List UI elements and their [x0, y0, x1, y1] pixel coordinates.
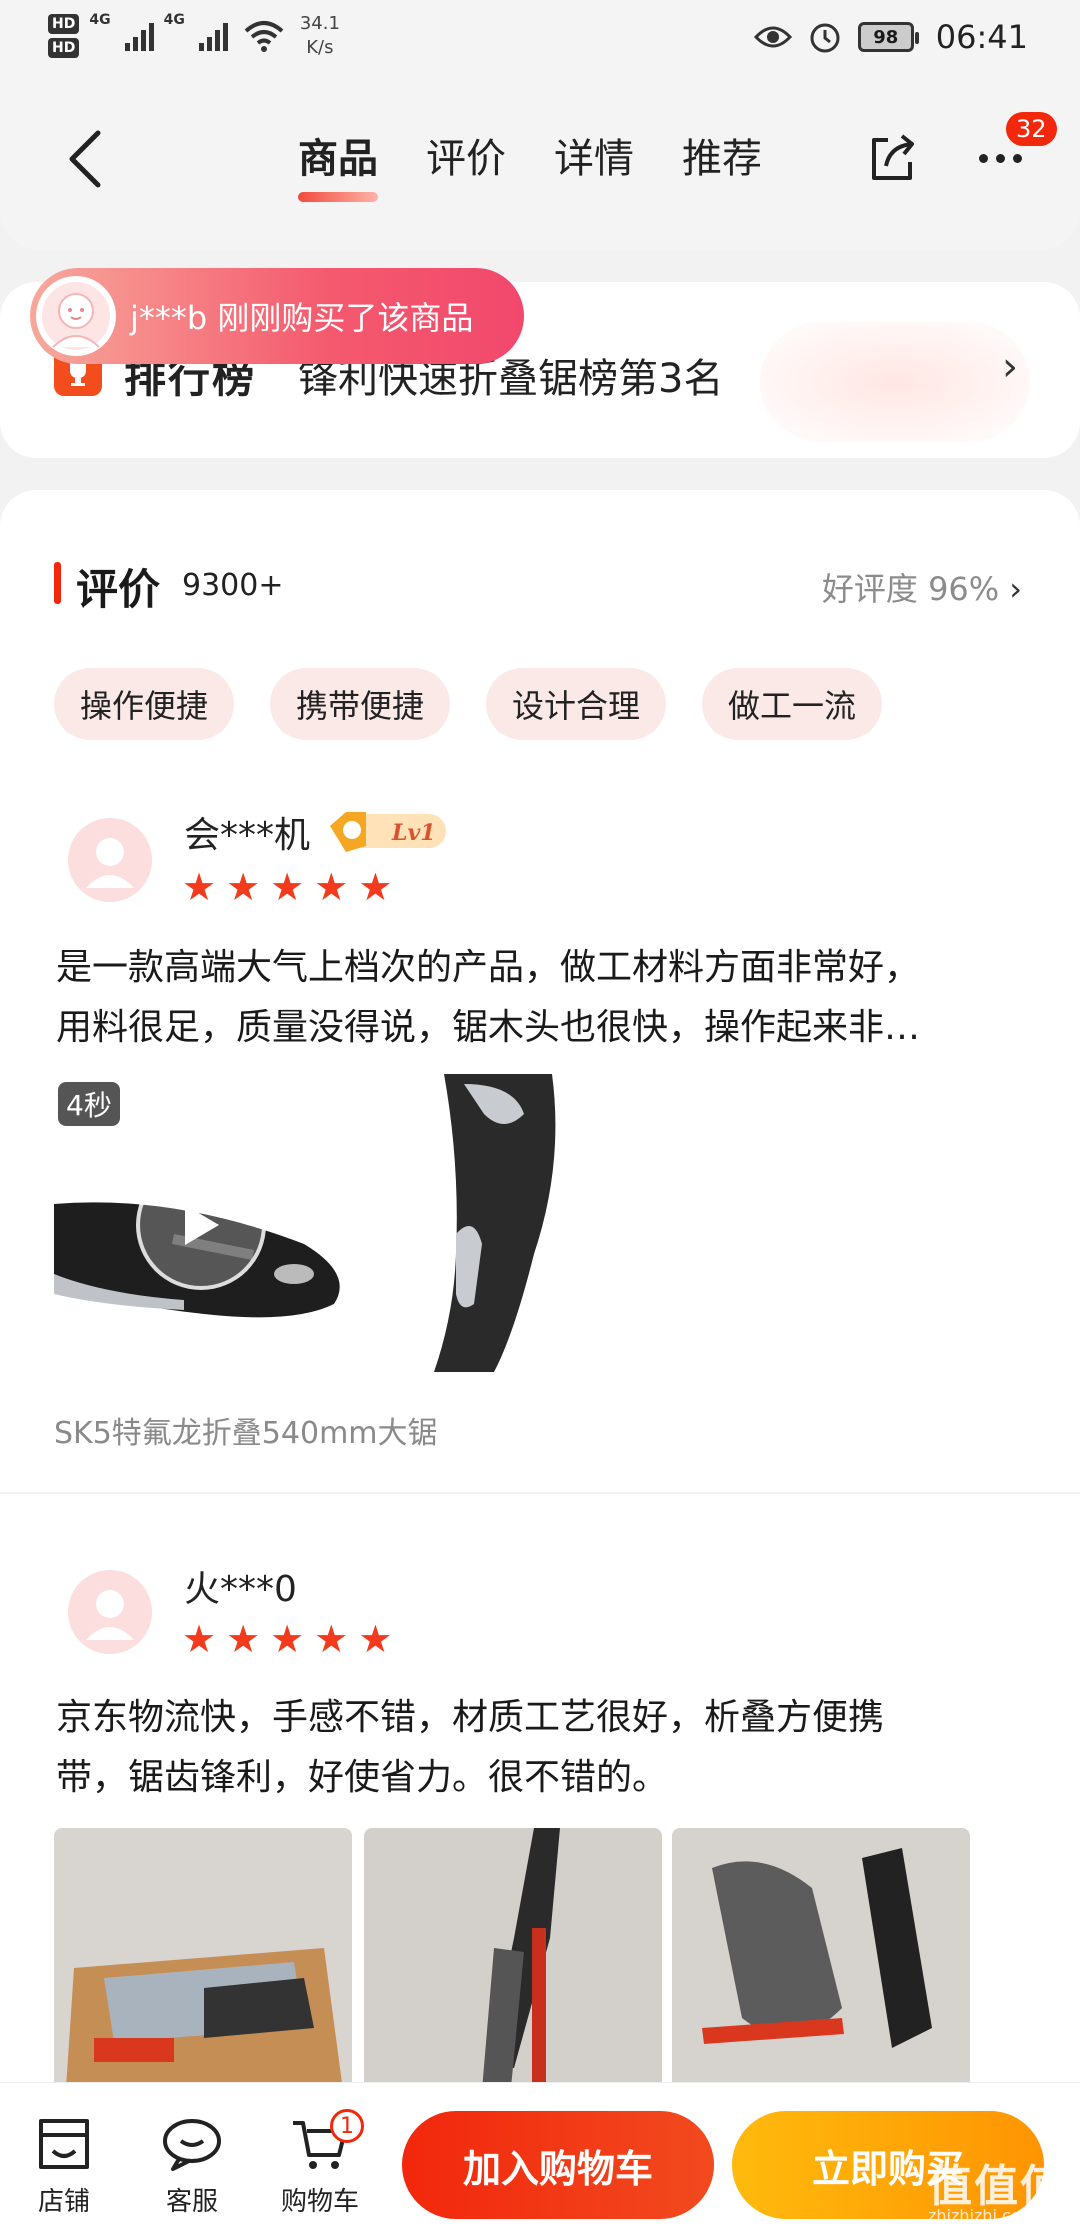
hd-indicator: HD HD: [48, 14, 80, 58]
review-text: 是一款高端大气上档次的产品，做工材料方面非常好， 用料很足，质量没得说，锯木头也…: [56, 938, 1026, 1058]
network-speed-value: 34.1: [299, 13, 340, 34]
star-icon: ★: [358, 1617, 393, 1661]
video-duration-badge: 4秒: [58, 1082, 120, 1126]
review-text: 京东物流快，手感不错，材质工艺很好，析叠方便携 带，锯齿锋利，好使省力。很不错的…: [56, 1688, 1026, 1808]
share-icon: [872, 134, 914, 180]
cart-count-badge: 1: [330, 2109, 364, 2143]
toast-avatar: [36, 276, 116, 356]
toast-text: j***b 刚刚购买了该商品: [130, 299, 474, 337]
top-nav: 商品 评价 详情 推荐: [0, 80, 1080, 250]
chevron-right-icon: ›: [1002, 344, 1018, 390]
user-silhouette-icon: [68, 818, 152, 902]
star-rating: ★ ★ ★ ★ ★: [182, 1620, 392, 1658]
star-rating: ★ ★ ★ ★ ★: [182, 868, 392, 906]
tab-recommend[interactable]: 推荐: [682, 126, 762, 204]
network-speed: 34.1 K/s: [300, 12, 340, 60]
signal-label-1: 4G: [89, 12, 111, 28]
reviews-count: 9300+: [182, 568, 284, 603]
tab-bar: 商品 评价 详情 推荐: [298, 126, 762, 204]
network-speed-unit: K/s: [306, 37, 334, 58]
watermark: 值值值: [928, 2161, 1066, 2212]
review-photo[interactable]: [364, 1074, 660, 1372]
divider: [0, 1492, 1080, 1494]
avatar: [68, 1570, 152, 1654]
reviewer-name: 火***0: [184, 1569, 297, 1610]
review-text-line: 带，锯齿锋利，好使省力。很不错的。: [56, 1757, 669, 1798]
review-tags: 操作便捷 携带便捷 设计合理 做工一流: [54, 668, 882, 740]
star-icon: ★: [182, 865, 217, 909]
tab-reviews[interactable]: 评价: [426, 126, 506, 204]
review-text-line: 是一款高端大气上档次的产品，做工材料方面非常好，: [56, 947, 921, 988]
section-accent-bar: [54, 562, 61, 604]
play-button[interactable]: [136, 1160, 266, 1290]
add-to-cart-button[interactable]: 加入购物车: [402, 2111, 714, 2219]
review-tag[interactable]: 携带便捷: [270, 668, 450, 740]
star-icon: ★: [314, 1617, 349, 1661]
review-text-line: 京东物流快，手感不错，材质工艺很好，析叠方便携: [56, 1697, 885, 1738]
star-icon: ★: [226, 865, 261, 909]
alarm-icon: [810, 23, 840, 53]
star-icon: ★: [270, 1617, 305, 1661]
purchase-toast: j***b 刚刚购买了该商品: [30, 268, 524, 364]
hd-label-2: HD: [48, 38, 80, 58]
product-spec: SK5特氟龙折叠540mm大锯: [54, 1416, 438, 1451]
share-button[interactable]: [866, 132, 918, 184]
star-icon: ★: [358, 865, 393, 909]
reviewer-name: 会***机: [184, 815, 311, 856]
wifi-icon: [244, 21, 284, 52]
watermark-url: zhizhizhi.com: [928, 2206, 1037, 2225]
avatar: [68, 818, 152, 902]
shop-label: 店铺: [37, 2187, 90, 2217]
status-bar: HD HD 4G 4G 34.1 K/s 98 06:41: [0, 0, 1080, 80]
cart-label: 购物车: [280, 2187, 359, 2217]
review-tag[interactable]: 操作便捷: [54, 668, 234, 740]
signal-icon: [124, 21, 154, 51]
reviews-title: 评价: [76, 565, 161, 614]
tab-product[interactable]: 商品: [298, 126, 378, 204]
user-silhouette-icon: [68, 1570, 152, 1654]
back-button[interactable]: [60, 124, 110, 194]
chevron-left-icon: [69, 130, 101, 188]
battery-indicator: 98: [857, 22, 919, 52]
star-icon: ★: [182, 1617, 217, 1661]
message-count-badge: 32: [1006, 112, 1057, 146]
saw-handle-closeup-image: [364, 1074, 660, 1372]
review-text-line: 用料很足，质量没得说，锯木头也很快，操作起来非…: [56, 1007, 921, 1048]
signal-icon: [198, 21, 228, 51]
more-dots-icon: [978, 153, 988, 163]
eye-icon: [753, 26, 792, 48]
tab-details[interactable]: 详情: [554, 126, 634, 204]
customer-service-label: 客服: [165, 2187, 218, 2217]
review-tag[interactable]: 做工一流: [702, 668, 882, 740]
positive-rate-label: 好评度 96%: [821, 570, 1000, 608]
star-icon: ★: [314, 865, 349, 909]
hd-label-1: HD: [48, 14, 80, 34]
clock: 06:41: [935, 18, 1028, 56]
level-badge-icon: Lv1: [330, 812, 446, 852]
customer-service-button[interactable]: 客服: [142, 2117, 242, 2218]
star-icon: ★: [226, 1617, 261, 1661]
signal-label-2: 4G: [163, 12, 185, 28]
star-icon: ★: [270, 865, 305, 909]
shop-icon: [39, 2119, 89, 2169]
level-label: Lv1: [391, 820, 436, 846]
chevron-right-icon: ›: [1009, 570, 1022, 608]
play-icon: [185, 1205, 219, 1245]
shop-button[interactable]: 店铺: [14, 2117, 114, 2218]
positive-rate-link[interactable]: 好评度 96% ›: [822, 564, 1022, 610]
user-face-icon: [42, 282, 110, 350]
ranking-decoration: [760, 322, 1030, 442]
chat-bubble-icon: [163, 2119, 221, 2171]
bottom-bar: 店铺 客服 购物车 1 加入购物车 立即购买: [0, 2082, 1080, 2240]
review-tag[interactable]: 设计合理: [486, 668, 666, 740]
